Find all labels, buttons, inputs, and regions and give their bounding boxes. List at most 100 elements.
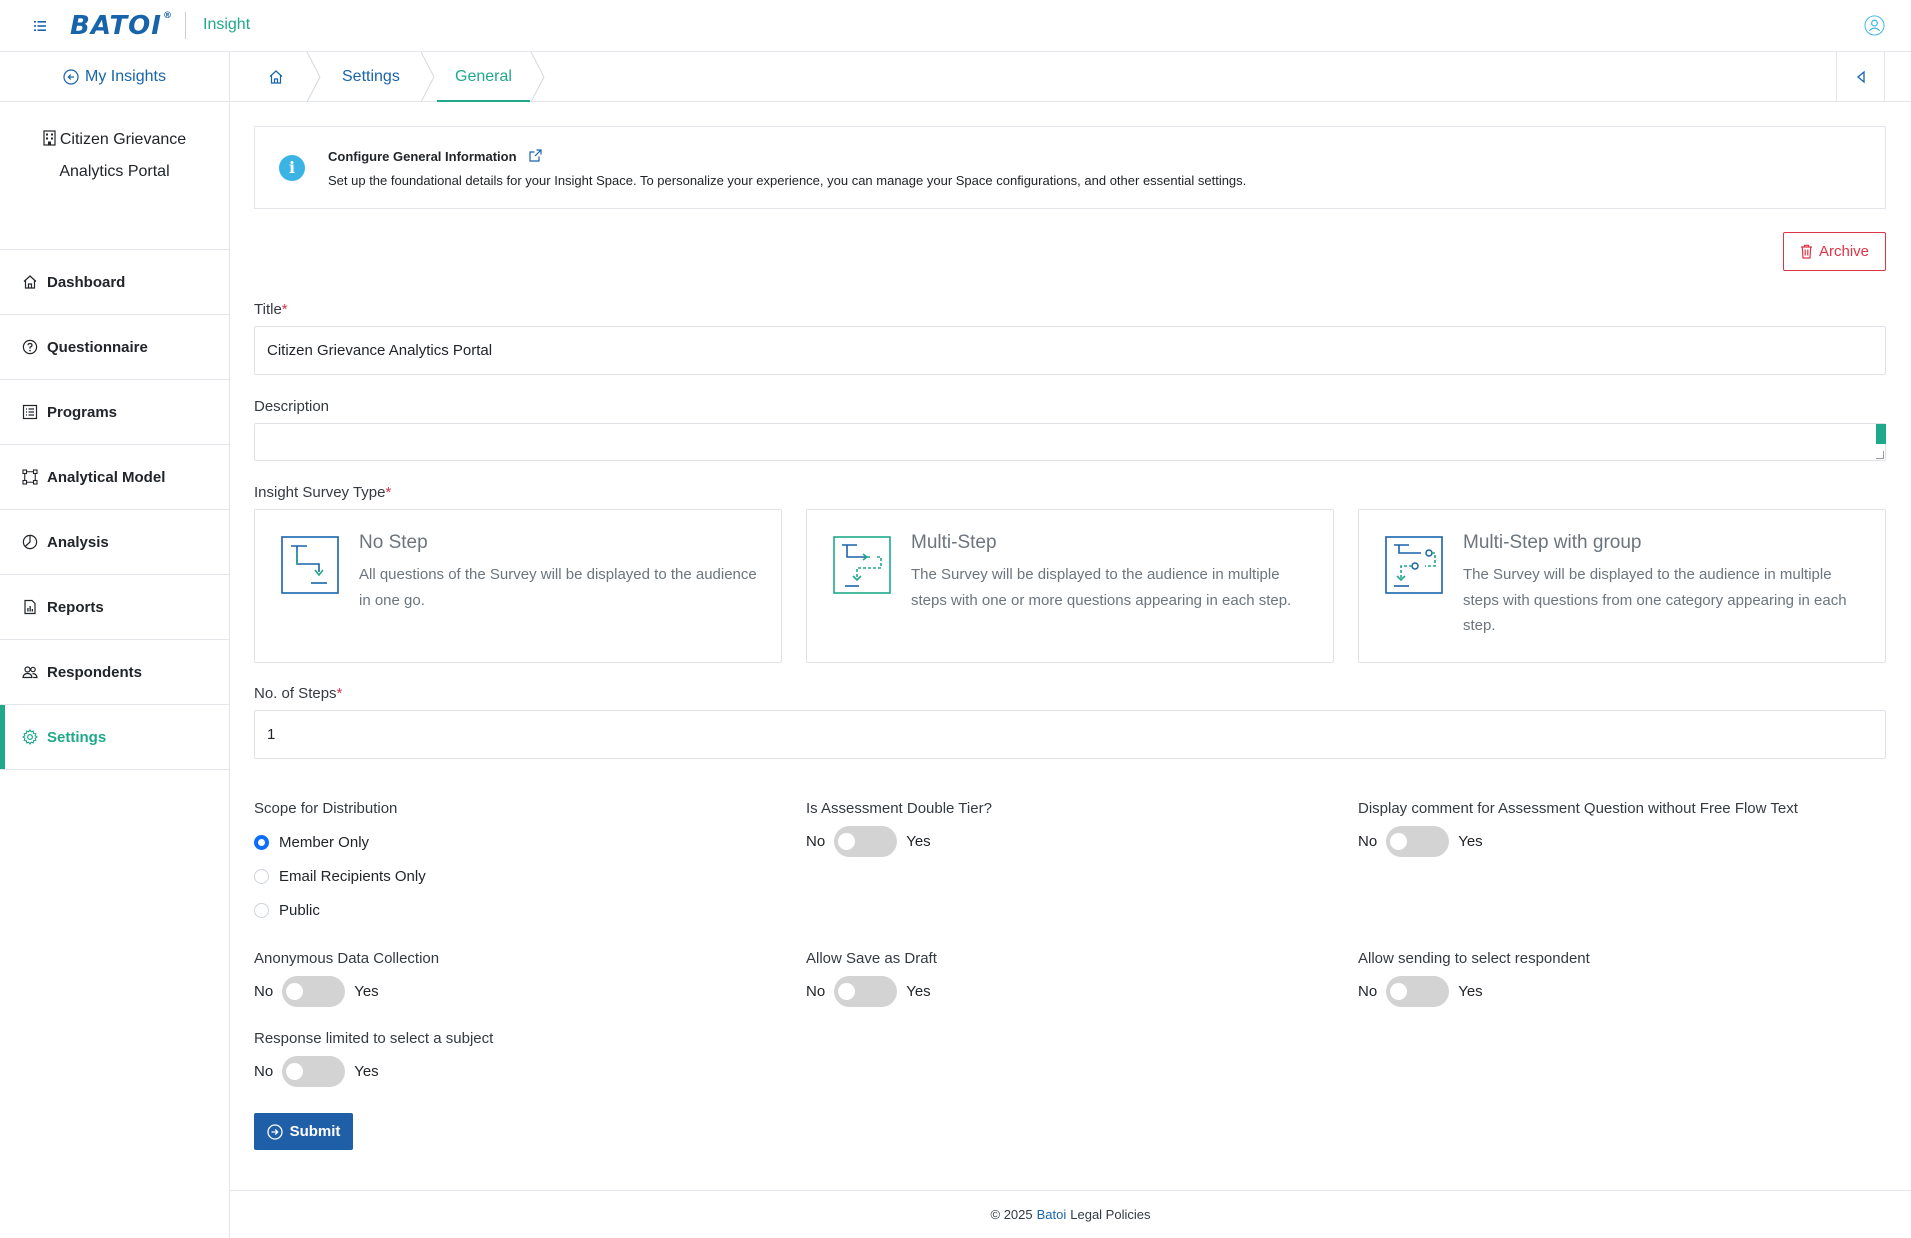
toggle-label-anonymous: Anonymous Data Collection — [254, 950, 440, 967]
menu-icon[interactable] — [30, 16, 50, 36]
toggle-switch[interactable] — [282, 976, 346, 1007]
steps-input[interactable]: 1 — [254, 710, 1886, 759]
description-textarea[interactable] — [254, 423, 1886, 461]
toggle-no-label: No — [254, 1063, 274, 1080]
sidebar-item-settings[interactable]: Settings — [0, 705, 229, 770]
toggle-no-label: No — [1358, 833, 1378, 850]
toggle-yes-label: Yes — [906, 833, 931, 850]
scope-radio-member-only[interactable]: Member Only — [254, 834, 369, 851]
required-mark: * — [281, 301, 288, 318]
scope-radio-public[interactable]: Public — [254, 902, 320, 919]
survey-type-title: Multi-Step — [911, 532, 997, 553]
radio-button[interactable] — [254, 869, 269, 884]
sidebar-item-respondents[interactable]: Respondents — [0, 640, 229, 705]
toggle-label-display-comment: Display comment for Assessment Question … — [1358, 800, 1798, 817]
arrow-left-circle-icon — [63, 68, 79, 85]
logo-text: BATOI — [70, 11, 162, 41]
scope-label: Scope for Distribution — [254, 800, 398, 817]
toggle-no-label: No — [1358, 983, 1378, 1000]
sidebar-item-questionnaire[interactable]: Questionnaire — [0, 315, 229, 380]
info-title: Configure General Information — [328, 149, 517, 164]
sidebar-item-label: Questionnaire — [47, 338, 148, 356]
toggle-switch[interactable] — [1386, 826, 1450, 857]
question-circle-icon — [22, 339, 38, 355]
info-icon: i — [279, 155, 305, 181]
toggle-label-response-limited: Response limited to select a subject — [254, 1030, 494, 1047]
toggle-no-label: No — [806, 833, 826, 850]
top-header: BATOI® Insight — [0, 0, 1911, 52]
radio-label: Public — [279, 902, 320, 919]
survey-type-label-text: Insight Survey Type — [254, 484, 386, 501]
footer-legal-link[interactable]: Legal Policies — [1070, 1207, 1150, 1222]
space-name-line1-row: Citizen Grievance — [0, 124, 229, 156]
toggle-yes-label: Yes — [1458, 833, 1483, 850]
sidebar-item-reports[interactable]: Reports — [0, 575, 229, 640]
title-label-text: Title — [254, 301, 282, 318]
breadcrumb-item-general[interactable]: General — [437, 52, 530, 102]
logo-registered-mark: ® — [162, 11, 173, 21]
my-insights-link[interactable]: My Insights — [0, 52, 229, 102]
survey-type-title: No Step — [359, 532, 428, 553]
sidebar-item-analytical-model[interactable]: Analytical Model — [0, 445, 229, 510]
toggle-save-draft: No Yes — [806, 976, 931, 1007]
survey-type-multi-step-group[interactable]: Multi-Step with group The Survey will be… — [1358, 509, 1886, 663]
sidebar-item-label: Respondents — [47, 663, 143, 681]
footer-copyright: © 2025 — [990, 1207, 1033, 1222]
sidebar-item-label: Reports — [47, 598, 104, 616]
sidebar-item-label: Settings — [47, 728, 107, 746]
logo-divider — [185, 12, 186, 39]
title-input[interactable]: Citizen Grievance Analytics Portal — [254, 326, 1886, 375]
footer: © 2025 Batoi Legal Policies — [230, 1190, 1911, 1238]
toggle-switch[interactable] — [282, 1056, 346, 1087]
breadcrumb-separator — [420, 52, 435, 102]
sidebar-item-label: Analytical Model — [47, 468, 166, 486]
scope-radio-email-recipients[interactable]: Email Recipients Only — [254, 868, 426, 885]
toggle-no-label: No — [254, 983, 274, 1000]
list-icon — [22, 404, 38, 420]
survey-type-no-step[interactable]: No Step All questions of the Survey will… — [254, 509, 782, 663]
survey-type-multi-step[interactable]: Multi-Step The Survey will be displayed … — [806, 509, 1334, 663]
space-name: Citizen Grievance Analytics Portal — [0, 102, 229, 250]
toggle-switch[interactable] — [1386, 976, 1450, 1007]
sidebar-item-label: Analysis — [47, 533, 109, 551]
sidebar-item-dashboard[interactable]: Dashboard — [0, 250, 229, 315]
toggle-switch[interactable] — [834, 826, 898, 857]
toggle-anonymous: No Yes — [254, 976, 379, 1007]
toggle-switch[interactable] — [834, 976, 898, 1007]
home-icon — [269, 70, 283, 84]
breadcrumb-item-settings[interactable]: Settings — [342, 52, 400, 102]
collapse-panel-button[interactable] — [1836, 52, 1885, 102]
archive-button[interactable]: Archive — [1783, 232, 1886, 271]
toggle-yes-label: Yes — [1458, 983, 1483, 1000]
survey-type-desc: All questions of the Survey will be disp… — [359, 566, 757, 609]
pie-chart-icon — [22, 534, 38, 550]
info-text: Set up the foundational details for your… — [328, 173, 1247, 188]
breadcrumb-home[interactable] — [268, 52, 284, 102]
home-icon — [23, 275, 37, 289]
toggle-double-tier: No Yes — [806, 826, 931, 857]
toggle-yes-label: Yes — [354, 1063, 379, 1080]
submit-button[interactable]: Submit — [254, 1113, 353, 1150]
textarea-scrollbar[interactable] — [1876, 424, 1886, 444]
toggle-no-label: No — [806, 983, 826, 1000]
sidebar-item-programs[interactable]: Programs — [0, 380, 229, 445]
required-mark: * — [385, 484, 392, 501]
batoi-logo[interactable]: BATOI® — [70, 11, 173, 41]
users-icon — [22, 666, 38, 679]
arrow-right-circle-icon — [266, 1123, 283, 1140]
breadcrumb: Settings General — [230, 52, 1911, 102]
external-link-icon[interactable] — [528, 148, 543, 163]
footer-brand-link[interactable]: Batoi — [1037, 1207, 1067, 1222]
info-banner: i Configure General Information Set up t… — [254, 126, 1886, 209]
user-avatar-icon[interactable] — [1864, 15, 1885, 36]
textarea-resize-handle[interactable] — [1876, 451, 1884, 459]
breadcrumb-separator — [306, 52, 321, 102]
sidebar-item-analysis[interactable]: Analysis — [0, 510, 229, 575]
radio-button[interactable] — [254, 903, 269, 918]
gear-icon — [22, 729, 38, 745]
radio-button-checked[interactable] — [254, 835, 269, 850]
my-insights-label: My Insights — [85, 67, 166, 85]
trash-icon — [1800, 244, 1812, 259]
radio-label: Email Recipients Only — [279, 868, 426, 885]
toggle-display-comment: No Yes — [1358, 826, 1483, 857]
